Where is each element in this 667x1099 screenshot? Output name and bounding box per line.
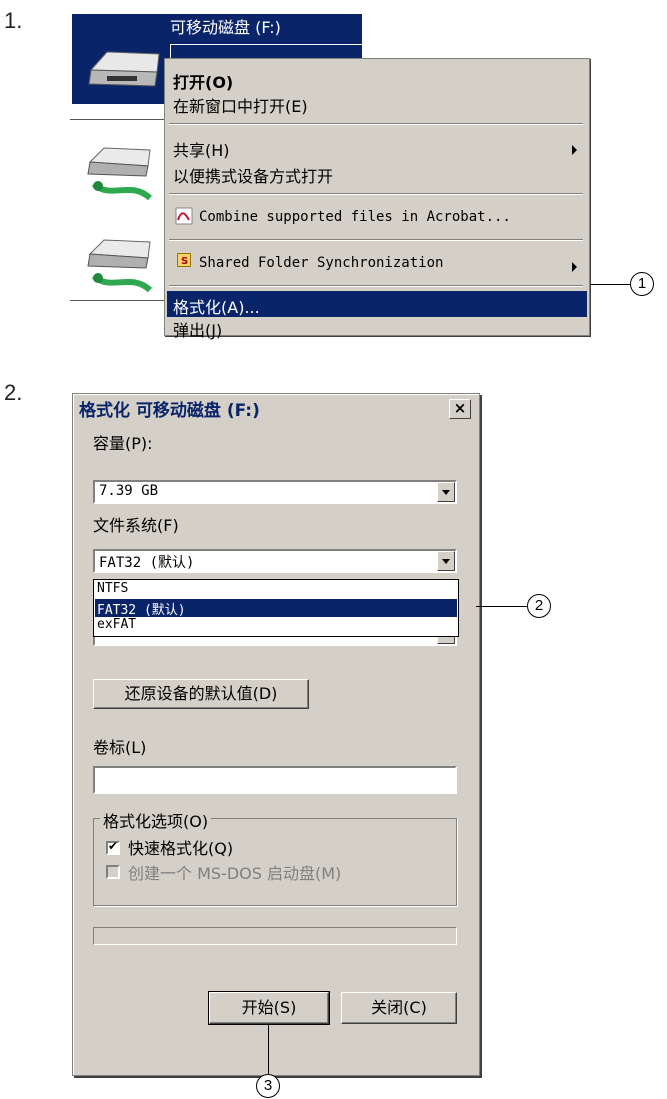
msdos-boot-label: 创建一个 MS-DOS 启动盘(M) [128,864,342,883]
callout-line [476,606,528,607]
capacity-value: 7.39 GB [99,483,159,499]
removable-drive-icon [88,51,160,87]
callout-line [590,284,630,285]
filesystem-dropdown-list: NTFS FAT32 (默认) exFAT [93,579,459,637]
menu-item-open-new-window[interactable]: 在新窗口中打开(E) [173,93,308,117]
usb-drive-icon [87,147,153,201]
step-number-1: 1. [4,8,23,33]
start-button[interactable]: 开始(S) [208,991,330,1025]
format-progress-bar [93,927,457,945]
capacity-select[interactable]: 7.39 GB [93,480,457,504]
menu-item-format[interactable]: 格式化(A)... [173,294,260,318]
callout-1: 1 [630,272,654,296]
filesystem-option-exfat[interactable]: exFAT [97,617,136,632]
quick-format-label: 快速格式化(Q) [128,839,234,858]
msdos-boot-checkbox[interactable] [106,865,120,879]
capacity-label: 容量(P): [93,434,153,453]
step-number-2: 2. [4,380,23,405]
filesystem-label: 文件系统(F) [93,516,179,535]
callout-line [268,1024,269,1074]
chevron-down-icon[interactable] [437,551,455,571]
filesystem-select[interactable]: FAT32 (默认) [93,549,457,573]
format-options-legend: 格式化选项(O) [100,808,212,832]
close-icon[interactable]: × [449,399,471,419]
filesystem-option-ntfs[interactable]: NTFS [97,581,128,596]
menu-item-eject[interactable]: 弹出(J) [173,317,222,341]
menu-item-share[interactable]: 共享(H) [173,137,230,161]
menu-separator [169,239,583,241]
restore-defaults-button[interactable]: 还原设备的默认值(D) [93,679,309,709]
callout-3: 3 [256,1074,280,1098]
menu-separator [169,193,583,195]
sync-s-icon: S [177,253,191,267]
dialog-title: 格式化 可移动磁盘 (F:) [79,401,260,421]
acrobat-icon [175,207,193,225]
menu-item-open[interactable]: 打开(O) [173,69,233,93]
close-button[interactable]: 关闭(C) [341,992,457,1024]
divider [70,119,170,120]
filesystem-option-fat32[interactable]: FAT32 (默认) [97,599,186,618]
format-dialog: 格式化 可移动磁盘 (F:) × 容量(P): 7.39 GB 文件系统(F) … [72,393,480,1076]
menu-item-combine-acrobat[interactable]: Combine supported files in Acrobat... [199,209,511,225]
menu-item-open-as-portable-device[interactable]: 以便携式设备方式打开 [173,163,333,187]
volume-label-label: 卷标(L) [93,738,147,757]
filesystem-value: FAT32 (默认) [99,555,195,571]
menu-separator [169,285,583,287]
submenu-arrow-icon [572,145,577,155]
callout-2: 2 [527,594,551,618]
volume-label-input[interactable] [93,766,457,794]
context-menu: 打开(O) 在新窗口中打开(E) 共享(H) 以便携式设备方式打开 Combin… [164,58,590,340]
submenu-arrow-icon [572,262,577,272]
menu-separator [169,123,583,125]
menu-item-shared-folder-sync[interactable]: Shared Folder Synchronization [199,255,443,271]
usb-drive-icon [87,239,153,293]
svg-text:S: S [181,256,188,267]
chevron-down-icon[interactable] [437,482,455,502]
selected-drive-label: 可移动磁盘 (F:) [170,18,281,37]
format-options-group: 格式化选项(O) 快速格式化(Q) 创建一个 MS-DOS 启动盘(M) [93,808,457,906]
quick-format-checkbox[interactable] [106,839,120,855]
